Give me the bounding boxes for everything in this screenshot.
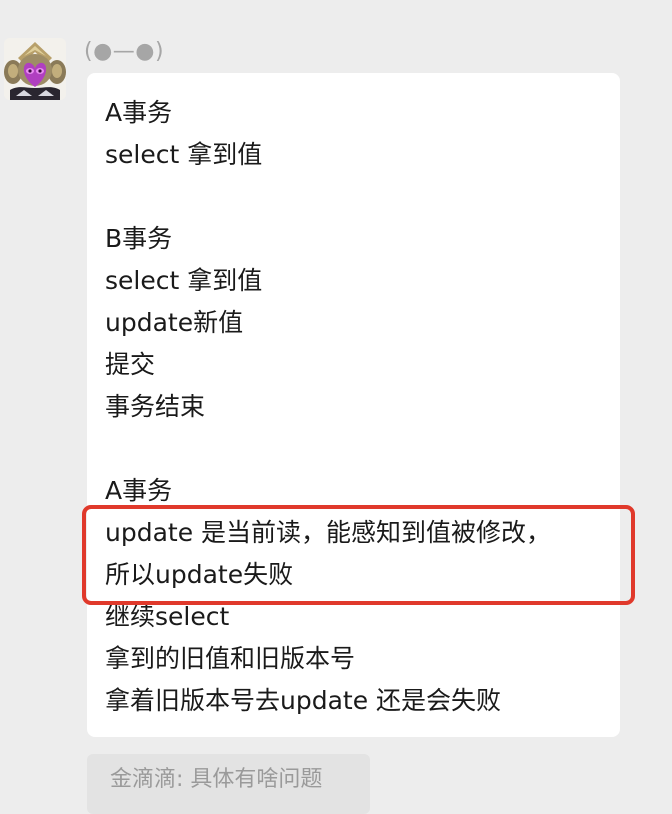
message-line: A事务 [105, 476, 173, 505]
sender-name: (●—●) [84, 39, 165, 64]
avatar-armored-character-icon [4, 38, 66, 100]
message-line: 提交 [105, 350, 156, 379]
sender-avatar[interactable] [4, 38, 66, 100]
message-line: B事务 [105, 224, 173, 253]
message-line: 所以update失败 [105, 560, 294, 589]
message-line: A事务 [105, 98, 173, 127]
message-line: 拿着旧版本号去update 还是会失败 [105, 686, 502, 715]
message-line: 事务结束 [105, 392, 206, 421]
message-line: update新值 [105, 308, 244, 337]
message-line: select 拿到值 [105, 140, 263, 169]
message-line: update 是当前读，能感知到值被修改， [105, 518, 552, 547]
message-line: 拿到的旧值和旧版本号 [105, 644, 356, 673]
quoted-reply-text: 金滴滴: 具体有啥问题 [110, 767, 323, 792]
message-line: select 拿到值 [105, 266, 263, 295]
message-line: 继续select [105, 602, 230, 631]
